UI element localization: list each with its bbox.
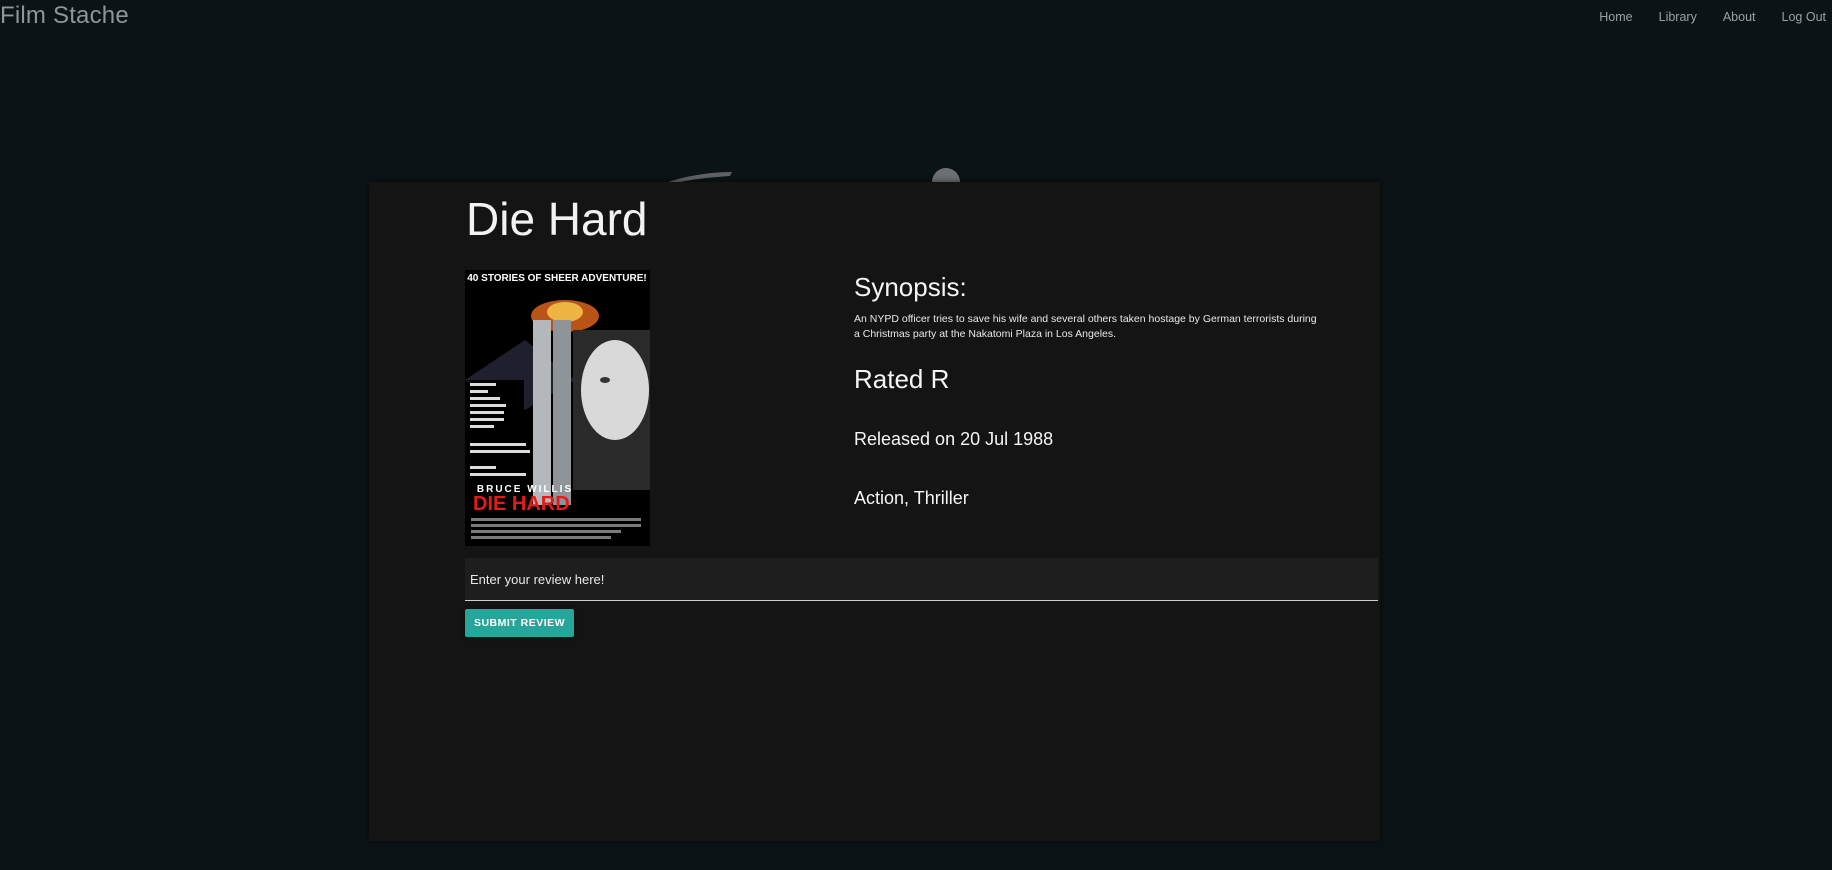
movie-poster: 40 STORIES OF SHEER ADVENTURE! BRUCE WIL… — [465, 270, 650, 546]
brand-logo[interactable]: Film Stache — [0, 2, 129, 30]
movie-genres: Action, Thriller — [854, 488, 969, 509]
nav-logout-link[interactable]: Log Out — [1782, 10, 1826, 24]
synopsis-text: An NYPD officer tries to save his wife a… — [854, 313, 1317, 341]
review-input[interactable] — [465, 558, 1378, 601]
navbar: Film Stache Home Library About Log Out — [0, 0, 1832, 40]
nav-links: Home Library About Log Out — [1573, 10, 1826, 24]
movie-card: Die Hard 40 STORIES OF SHEER ADVENTURE! — [369, 182, 1380, 841]
movie-info: Synopsis: An NYPD officer tries to save … — [854, 270, 1334, 509]
movie-title: Die Hard — [466, 193, 648, 245]
nav-library-link[interactable]: Library — [1659, 10, 1697, 24]
movie-rating: Rated R — [854, 364, 950, 395]
nav-home-link[interactable]: Home — [1599, 10, 1632, 24]
release-date: Released on 20 Jul 1988 — [854, 429, 1054, 450]
poster-title: DIE HARD — [473, 493, 570, 515]
poster-tagline: 40 STORIES OF SHEER ADVENTURE! — [467, 273, 646, 284]
nav-about-link[interactable]: About — [1723, 10, 1756, 24]
synopsis-heading: Synopsis: — [854, 272, 967, 302]
submit-review-button[interactable]: SUBMIT REVIEW — [465, 609, 574, 637]
